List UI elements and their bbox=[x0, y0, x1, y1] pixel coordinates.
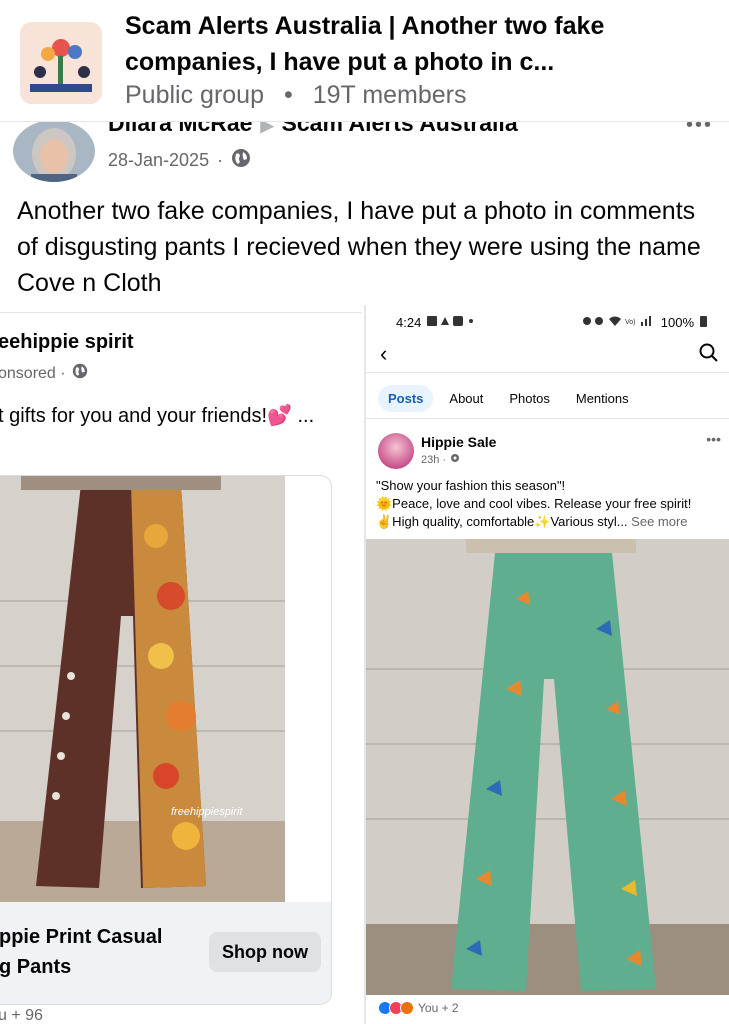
group-avatar[interactable] bbox=[20, 22, 102, 104]
search-icon[interactable] bbox=[699, 343, 719, 368]
hippie-sale-avatar[interactable] bbox=[378, 433, 414, 469]
ad-reactions-count[interactable]: u + 96 bbox=[0, 1007, 43, 1024]
tab-photos[interactable]: Photos bbox=[499, 385, 559, 412]
tab-about[interactable]: About bbox=[439, 385, 493, 412]
ad-product-card[interactable]: freehippiespirit ppie Print Casual g Pan… bbox=[0, 475, 332, 1005]
group-privacy: Public group bbox=[125, 81, 264, 109]
group-post-title: Scam Alerts Australia | Another two fake… bbox=[125, 12, 605, 76]
ad-watermark: freehippiespirit bbox=[171, 806, 243, 818]
butterfly-pants-image[interactable] bbox=[366, 539, 729, 995]
screen: Scam Alerts Australia | Another two fake… bbox=[0, 0, 729, 1024]
hippie-sale-reactions[interactable]: You + 2 bbox=[378, 1001, 459, 1015]
ad-product-title: ppie Print Casual g Pants bbox=[0, 922, 162, 982]
signal-icons: Vo) bbox=[582, 315, 655, 330]
group-header: Scam Alerts Australia | Another two fake… bbox=[0, 0, 729, 122]
more-horizontal-icon[interactable]: ••• bbox=[706, 431, 721, 447]
ad-caption: t gifts for you and your friends!💕 ... bbox=[0, 405, 315, 427]
reaction-count: You + 2 bbox=[418, 1001, 459, 1015]
svg-text:Vo): Vo) bbox=[625, 319, 636, 326]
post-body-text: Another two fake companies, I have put a… bbox=[17, 197, 701, 297]
ad-page-name: eehippie spirit bbox=[0, 331, 134, 353]
page-nav-bar: ‹ bbox=[366, 339, 729, 373]
date-separator: · bbox=[217, 150, 224, 170]
shop-now-button[interactable]: Shop now bbox=[209, 932, 321, 972]
status-time: 4:24 bbox=[396, 315, 422, 330]
globe-icon bbox=[231, 148, 251, 173]
ad-sponsored-row: onsored · bbox=[0, 363, 88, 384]
settings-icon bbox=[450, 453, 460, 466]
ad-sponsored-label: onsored · bbox=[0, 364, 66, 382]
post-author-row: Dilara McRae ▶ Scam Alerts Australia ••• 2… bbox=[0, 110, 729, 184]
ad-screenshot-left[interactable]: eehippie spirit onsored · t gifts for yo… bbox=[0, 312, 362, 1024]
meta-separator: • bbox=[283, 81, 293, 109]
status-right: Vo) 100% bbox=[582, 315, 707, 330]
post-date[interactable]: 28-Jan-2025 bbox=[108, 150, 209, 171]
globe-icon bbox=[72, 363, 88, 384]
battery-icon bbox=[700, 315, 707, 330]
author-avatar[interactable] bbox=[13, 120, 95, 182]
see-more-link[interactable]: See more bbox=[631, 514, 687, 529]
tab-mentions[interactable]: Mentions bbox=[566, 385, 639, 412]
post-time-row: 23h · bbox=[421, 453, 460, 466]
battery-level: 100% bbox=[660, 315, 694, 330]
ad-card-footer: ppie Print Casual g Pants Shop now bbox=[0, 902, 331, 1004]
post-date-row: 28-Jan-2025 · bbox=[108, 148, 251, 173]
ad-product-line-2: g Pants bbox=[0, 956, 72, 978]
notification-icons bbox=[427, 315, 475, 330]
status-left: 4:24 bbox=[396, 315, 475, 330]
page-tabs: Posts About Photos Mentions bbox=[366, 379, 729, 419]
post-line-3: ✌️High quality, comfortable✨Various styl… bbox=[376, 514, 628, 529]
post-line-2: 🌞Peace, love and cool vibes. Release you… bbox=[376, 496, 692, 511]
angry-reaction-icon bbox=[400, 1001, 414, 1015]
group-meta: Public group • 19T members bbox=[125, 81, 467, 110]
hippie-sale-name[interactable]: Hippie Sale bbox=[421, 434, 496, 450]
back-arrow-icon[interactable]: ‹ bbox=[380, 341, 387, 367]
status-bar: 4:24 Vo) 100% bbox=[366, 303, 729, 339]
post-line-1: "Show your fashion this season"! bbox=[376, 478, 566, 493]
hippie-sale-post-text: "Show your fashion this season"! 🌞Peace,… bbox=[376, 477, 726, 531]
tab-posts[interactable]: Posts bbox=[378, 385, 434, 412]
floral-pants-image: freehippiespirit bbox=[0, 476, 285, 902]
ad-screenshot-right[interactable]: 4:24 Vo) 100% ‹ Posts About Photos Menti… bbox=[366, 303, 729, 1024]
post-time: 23h · bbox=[421, 453, 447, 466]
member-count[interactable]: 19T members bbox=[313, 81, 467, 109]
ad-product-line-1: ppie Print Casual bbox=[0, 926, 163, 948]
